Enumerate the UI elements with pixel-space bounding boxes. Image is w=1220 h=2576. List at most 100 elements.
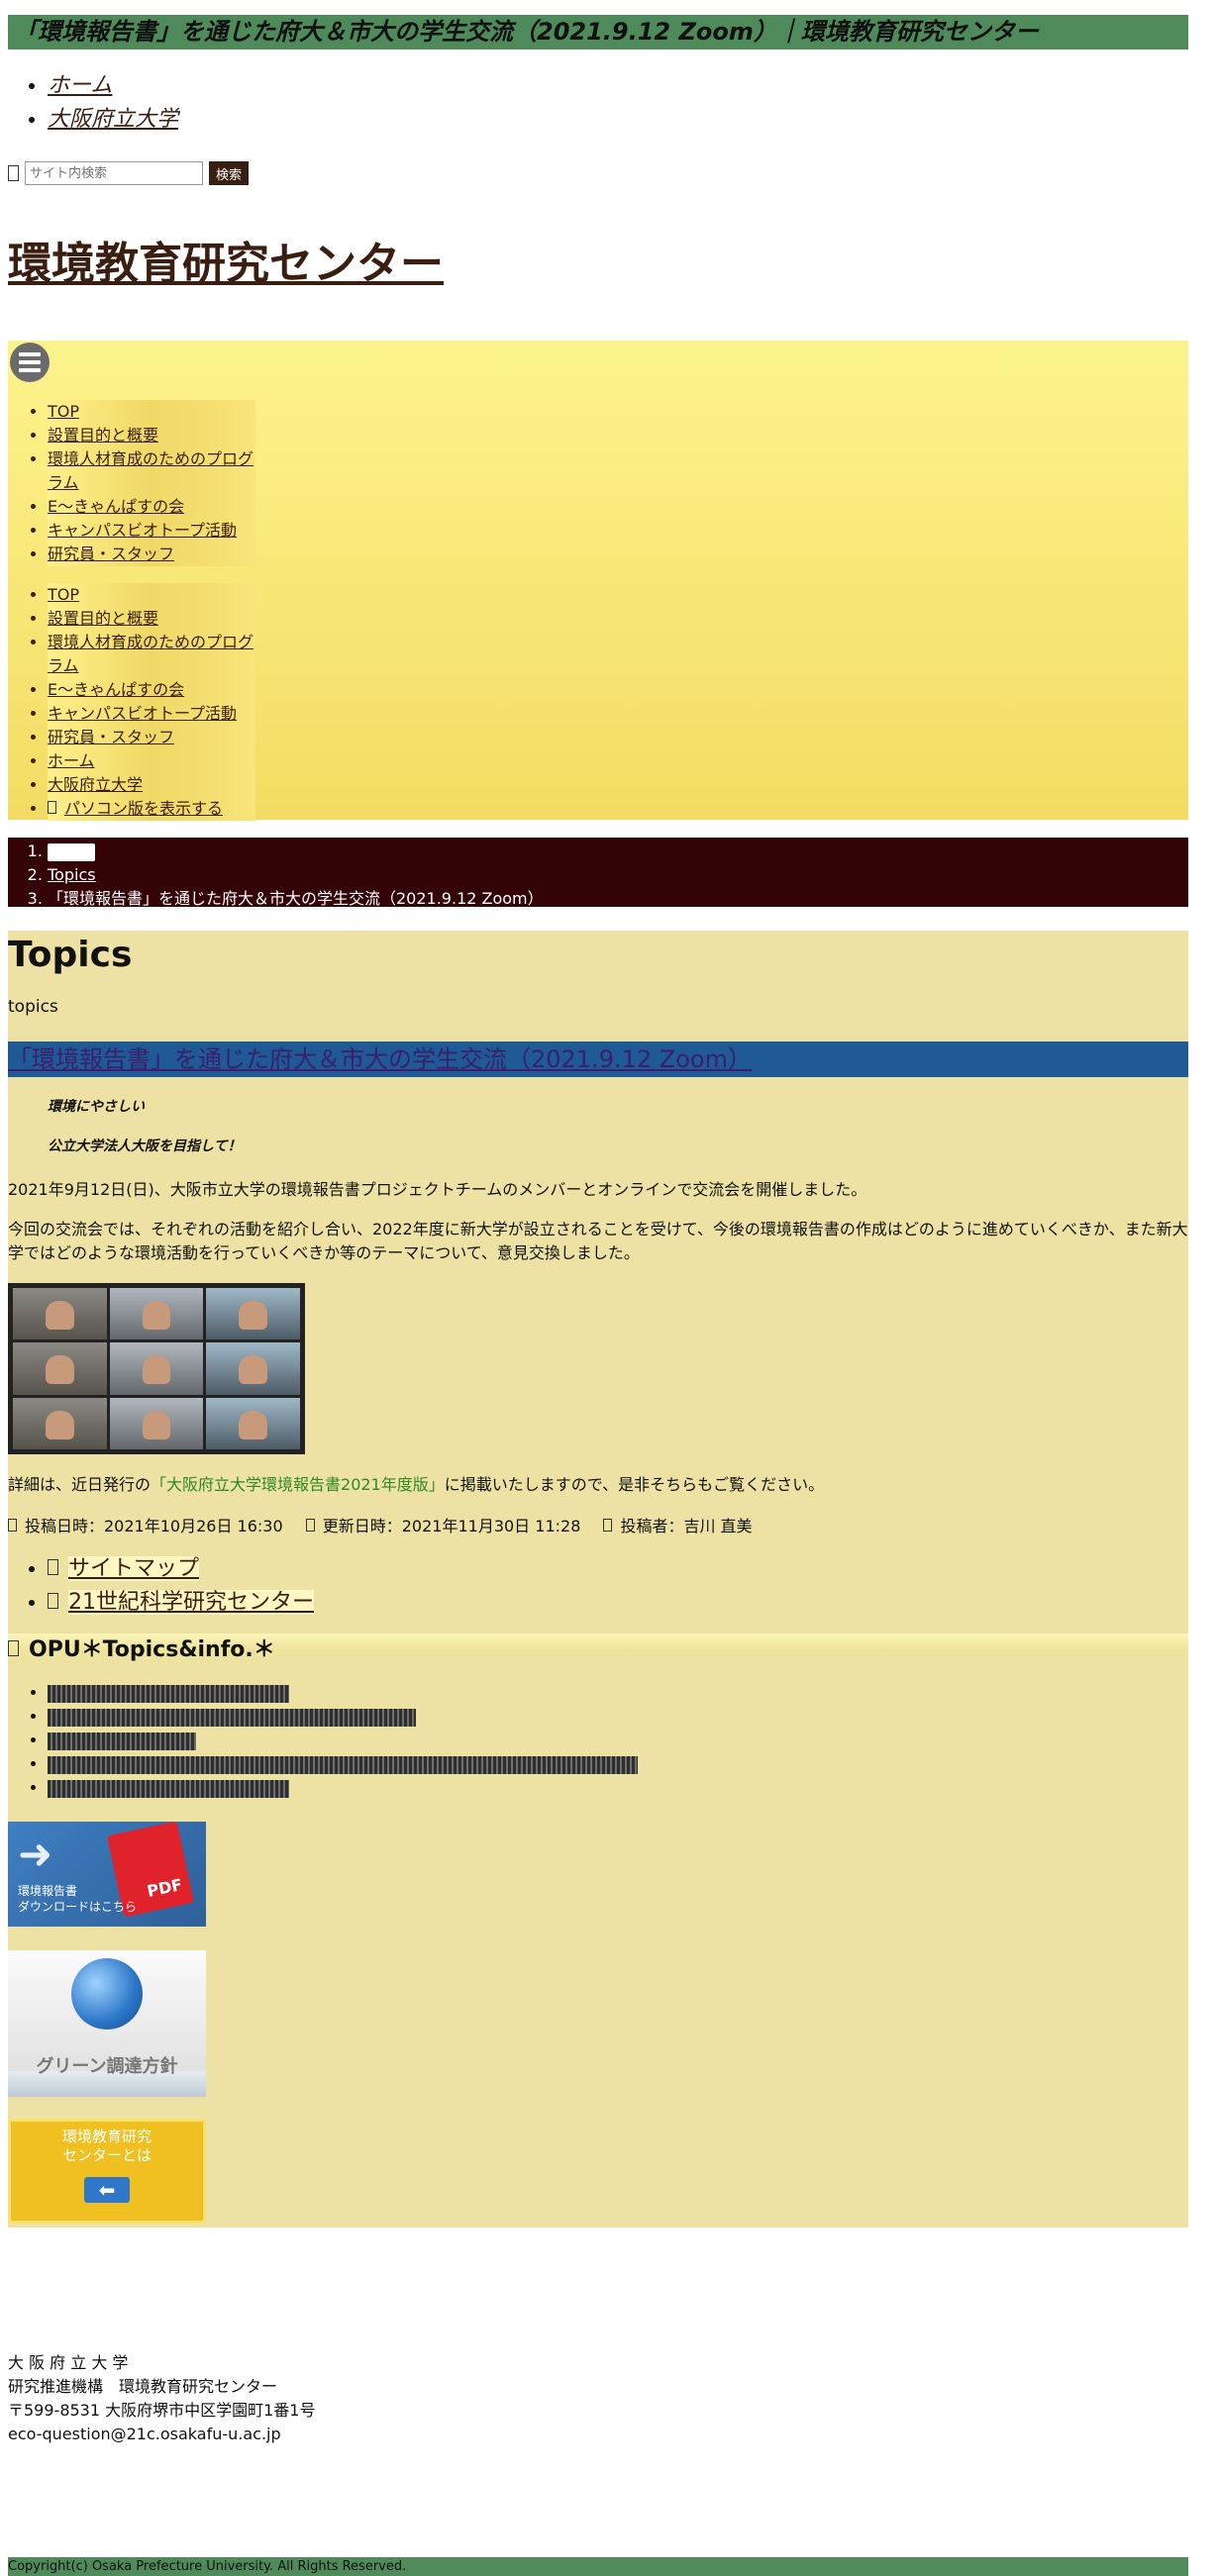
top-nav-link-university[interactable]: 大阪府立大学 [48,107,178,132]
garbled-text[interactable] [48,1779,289,1798]
paragraph3-after: に掲載いたしますので、是非そちらもご覧ください。 [444,1475,825,1494]
paragraph3-before: 詳細は、近日発行の [8,1475,152,1494]
nav-item-program[interactable]: 環境人材育成のためのプログラム [48,447,255,495]
garbled-text[interactable] [48,1755,638,1774]
nav-link[interactable]: E～きゃんぱすの会 [48,495,255,519]
opu-topic-item[interactable] [48,1681,638,1705]
nav-link-pc-version[interactable]: パソコン版を表示する [48,797,255,821]
post-author: 投稿者：吉川 直美 [620,1517,753,1536]
search-button[interactable]: 検索 [209,161,250,185]
pdf-banner-text: 環境報告書 ダウンロードはこちら [18,1883,137,1915]
post-title-link[interactable]: 「環境報告書」を通じた府大＆市大の学生交流（2021.9.12 Zoom） [8,1045,752,1073]
nav-item-pc-version[interactable]: パソコン版を表示する [48,797,255,821]
nav-link[interactable]: E～きゃんぱすの会 [48,678,255,702]
environment-report-pdf-banner[interactable]: ➜ PDF 環境報告書 ダウンロードはこちら [8,1821,206,1927]
center-banner-text: 環境教育研究 センターとは [11,2128,203,2165]
participant-tile [109,1397,204,1449]
nav-link[interactable]: 研究員・スタッフ [48,543,255,566]
participant-tile [13,1342,107,1395]
nav-item-ecampus[interactable]: E～きゃんぱすの会 [48,678,255,702]
site-title: 環境教育研究センター [8,230,1188,299]
search-input[interactable] [25,161,203,185]
window-title-bar: 「環境報告書」を通じた府大＆市大の学生交流（2021.9.12 Zoom）｜環境… [8,15,1188,50]
breadcrumb-current: 「環境報告書」を通じた府大＆市大の学生交流（2021.9.12 Zoom） [48,887,1188,911]
sitemap-link[interactable]: サイトマップ [68,1556,200,1581]
garbled-text[interactable] [48,1708,416,1727]
research-center-link[interactable]: 21世紀科学研究センター [68,1590,314,1615]
globe-icon [71,1958,143,2030]
post-date: 投稿日時：2021年10月26日 16:30 [25,1517,283,1536]
breadcrumb-topics[interactable]: Topics [48,863,1188,887]
research-center-item[interactable]: 21世紀科学研究センター [48,1586,314,1620]
hamburger-icon-line [19,360,41,364]
opu-topic-item[interactable] [48,1752,638,1776]
site-footer: 大 阪 府 立 大 学 研究推進機構 環境教育研究センター 〒599-8531 … [8,2351,1188,2446]
nav-link[interactable]: キャンパスビオトープ活動 [48,519,255,543]
post-title-bar: 「環境報告書」を通じた府大＆市大の学生交流（2021.9.12 Zoom） [8,1041,1188,1077]
global-nav: TOP 設置目的と概要 環境人材育成のためのプログラム E～きゃんぱすの会 キャ… [8,341,1188,821]
nav-item-biotope[interactable]: キャンパスビオトープ活動 [48,519,255,543]
nav-item-purpose[interactable]: 設置目的と概要 [48,607,255,631]
sitemap-icon [48,1559,58,1575]
nav-item-university[interactable]: 大阪府立大学 [48,773,255,797]
zoom-meeting-photo [8,1283,305,1454]
hamburger-icon-line [19,368,41,372]
home-icon [48,842,95,861]
opu-topic-item[interactable] [48,1776,638,1800]
top-nav: ホーム 大阪府立大学 [8,69,1188,137]
green-procurement-banner[interactable]: グリーン調達方針 [8,1950,206,2097]
nav-item-biotope[interactable]: キャンパスビオトープ活動 [48,702,255,726]
opu-topic-item[interactable] [48,1705,638,1729]
site-search: 検索 [8,160,1188,186]
menu-toggle-button[interactable] [10,343,50,382]
nav-link[interactable]: TOP [48,583,255,607]
breadcrumb-home[interactable] [48,840,1188,863]
nav-item-program[interactable]: 環境人材育成のためのプログラム [48,631,255,678]
page-title: Topics [8,935,133,975]
post-meta: 投稿日時：2021年10月26日 16:30 更新日時：2021年11月30日 … [8,1515,770,1538]
breadcrumb-topics-link[interactable]: Topics [48,865,96,884]
top-nav-item-home[interactable]: ホーム [48,69,1188,103]
search-icon [8,165,19,181]
slogan-line-2: 公立大学法人大阪を目指して！ [48,1139,242,1154]
nav-link[interactable]: 大阪府立大学 [48,773,255,797]
nav-link[interactable]: ホーム [48,749,255,773]
participant-tile [13,1288,107,1340]
participant-tile [109,1342,204,1395]
environment-report-link[interactable]: 「大阪府立大学環境報告書2021年度版」 [151,1475,445,1494]
footer-links: サイトマップ 21世紀科学研究センター [8,1552,314,1620]
nav-link[interactable]: TOP [48,400,255,424]
nav-menu-secondary: TOP 設置目的と概要 環境人材育成のためのプログラム E～きゃんぱすの会 キャ… [8,583,255,821]
top-nav-item-university[interactable]: 大阪府立大学 [48,103,1188,137]
participant-tile [206,1342,300,1395]
nav-item-top[interactable]: TOP [48,583,255,607]
opu-topic-item[interactable] [48,1729,638,1752]
garbled-text[interactable] [48,1732,196,1750]
nav-item-staff[interactable]: 研究員・スタッフ [48,726,255,749]
nav-item-purpose[interactable]: 設置目的と概要 [48,424,255,447]
home-icon-link[interactable] [48,842,95,861]
rss-icon [8,1640,19,1656]
pc-version-label: パソコン版を表示する [64,799,224,818]
nav-item-home[interactable]: ホーム [48,749,255,773]
opu-topics-list [8,1681,638,1800]
nav-link[interactable]: 環境人材育成のためのプログラム [48,447,255,495]
participant-tile [109,1288,204,1340]
nav-link[interactable]: キャンパスビオトープ活動 [48,702,255,726]
sitemap-item[interactable]: サイトマップ [48,1552,314,1586]
nav-item-top[interactable]: TOP [48,400,255,424]
top-nav-link-home[interactable]: ホーム [48,73,112,98]
site-title-link[interactable]: 環境教育研究センター [8,239,444,289]
footer-organization: 研究推進機構 環境教育研究センター [8,2377,278,2396]
nav-link[interactable]: 設置目的と概要 [48,607,255,631]
nav-link[interactable]: 設置目的と概要 [48,424,255,447]
garbled-text[interactable] [48,1684,289,1703]
about-center-banner[interactable]: 環境教育研究 センターとは ⬅ [8,2119,206,2224]
nav-link[interactable]: 研究員・スタッフ [48,726,255,749]
main-content: Topics topics 「環境報告書」を通じた府大＆市大の学生交流（2021… [8,931,1188,2228]
nav-item-ecampus[interactable]: E～きゃんぱすの会 [48,495,255,519]
user-icon [603,1519,613,1532]
nav-link[interactable]: 環境人材育成のためのプログラム [48,631,255,678]
nav-item-staff[interactable]: 研究員・スタッフ [48,543,255,566]
participant-tile [206,1288,300,1340]
